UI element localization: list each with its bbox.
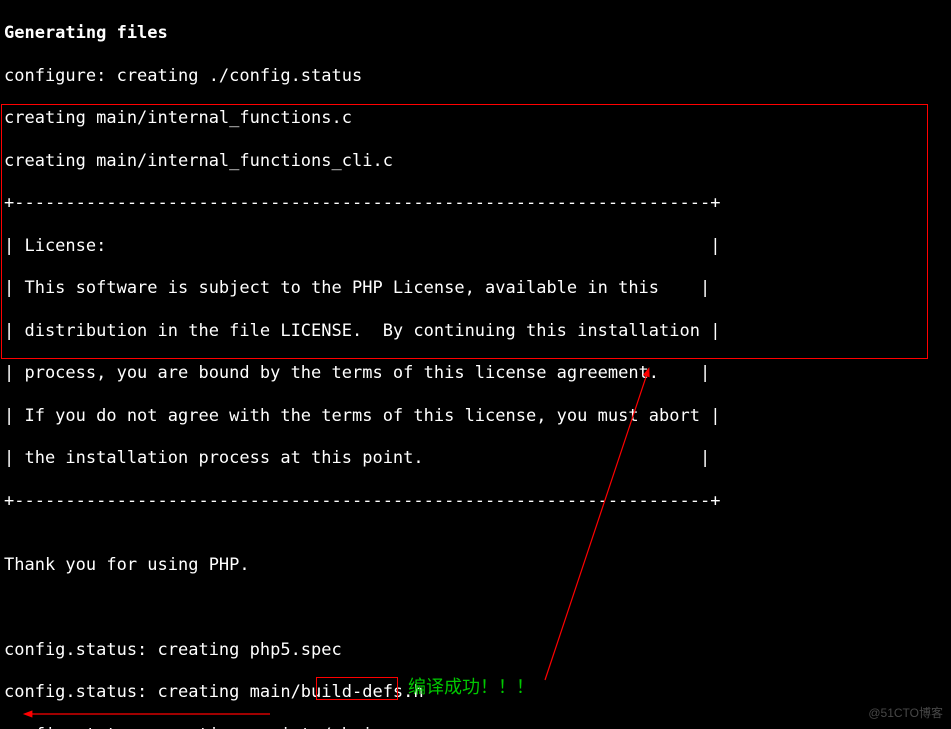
status-line: config.status: creating main/build-defs.… <box>4 682 947 703</box>
heading-line: Generating files <box>4 23 947 44</box>
license-line: +---------------------------------------… <box>4 491 947 512</box>
blank-line <box>4 597 947 618</box>
license-line: | License: | <box>4 236 947 257</box>
pre-line: creating main/internal_functions_cli.c <box>4 151 947 172</box>
pre-line: configure: creating ./config.status <box>4 66 947 87</box>
license-line: | This software is subject to the PHP Li… <box>4 278 947 299</box>
watermark: @51CTO博客 <box>868 706 943 721</box>
license-line: Thank you for using PHP. <box>4 555 947 576</box>
status-line: config.status: creating php5.spec <box>4 640 947 661</box>
license-line: | If you do not agree with the terms of … <box>4 406 947 427</box>
license-line: | distribution in the file LICENSE. By c… <box>4 321 947 342</box>
license-line: | process, you are bound by the terms of… <box>4 363 947 384</box>
license-line: | the installation process at this point… <box>4 448 947 469</box>
license-line: +---------------------------------------… <box>4 193 947 214</box>
status-line: config.status: creating scripts/phpize <box>4 725 947 729</box>
terminal-output[interactable]: Generating files configure: creating ./c… <box>0 0 951 729</box>
pre-line: creating main/internal_functions.c <box>4 108 947 129</box>
